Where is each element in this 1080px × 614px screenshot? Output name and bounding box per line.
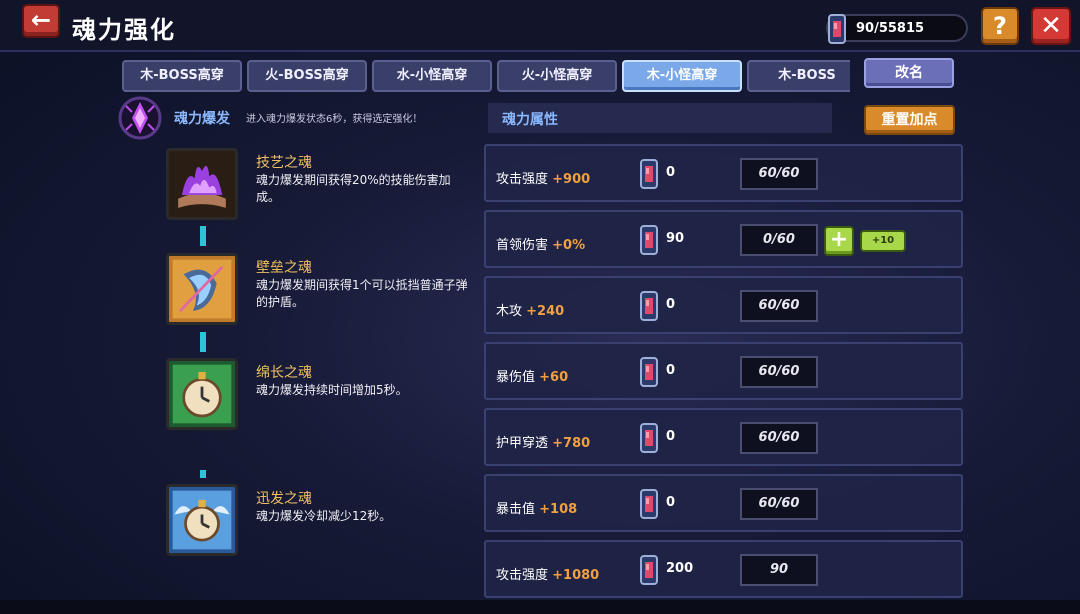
soul-burst-desc: 进入魂力爆发状态6秒，获得选定强化！ <box>246 114 423 125</box>
soul-name: 技艺之魂 <box>256 155 312 171</box>
attribute-level: 0/60 <box>740 224 818 256</box>
soul-desc: 魂力爆发持续时间增加5秒。 <box>256 383 408 397</box>
soul-crystal-icon <box>640 423 658 453</box>
attribute-row: 暴击值 +108 0 60/60 <box>484 474 963 532</box>
attribute-row: 护甲穿透 +780 0 60/60 <box>484 408 963 466</box>
attribute-cost: 0 <box>666 495 676 510</box>
top-bar: ← 魂力强化 90/55815 ? ✕ <box>0 0 1080 52</box>
tab-loadout[interactable]: 火-BOSS高穿 <box>247 60 367 92</box>
add-point-button[interactable]: + <box>824 226 854 256</box>
attribute-level: 60/60 <box>740 290 818 322</box>
attribute-name: 木攻 <box>496 304 523 319</box>
back-button[interactable]: ← <box>22 4 60 38</box>
attributes-header: 魂力属性 <box>488 103 832 133</box>
tab-loadout[interactable]: 木-BOSS高穿 <box>122 60 242 92</box>
attribute-level: 60/60 <box>740 356 818 388</box>
attribute-row: 首领伤害 +0% 90 0/60 + +10 <box>484 210 963 268</box>
attribute-label: 护甲穿透 +780 <box>496 432 590 451</box>
attribute-label: 攻击强度 +900 <box>496 168 590 187</box>
attribute-label: 木攻 +240 <box>496 300 564 319</box>
soul-name: 迅发之魂 <box>256 491 312 507</box>
attribute-label: 暴伤值 +60 <box>496 366 568 385</box>
attribute-row: 暴伤值 +60 0 60/60 <box>484 342 963 400</box>
soul-desc: 魂力爆发冷却减少12秒。 <box>256 509 392 523</box>
question-mark-icon: ? <box>993 12 1007 40</box>
attribute-level: 60/60 <box>740 158 818 190</box>
currency-text: 90/55815 <box>856 21 925 36</box>
attribute-name: 攻击强度 <box>496 172 549 187</box>
loadout-tabs: 高穿木-BOSS高穿火-BOSS高穿水-小怪高穿火-小怪高穿木-小怪高穿木-BO… <box>122 60 850 92</box>
attribute-label: 攻击强度 +1080 <box>496 564 599 583</box>
soul-burst-title: 魂力爆发 <box>174 111 230 127</box>
purple-flame-book-icon <box>166 148 238 220</box>
attribute-cost: 0 <box>666 297 676 312</box>
blue-winged-stopwatch-icon <box>166 484 238 556</box>
attribute-bonus: +780 <box>552 436 591 451</box>
attribute-row: 木攻 +240 0 60/60 <box>484 276 963 334</box>
attribute-label: 首领伤害 +0% <box>496 234 585 253</box>
attribute-bonus: +0% <box>552 238 586 253</box>
reset-points-button[interactable]: 重置加点 <box>864 105 955 135</box>
attribute-name: 攻击强度 <box>496 568 549 583</box>
attribute-name: 护甲穿透 <box>496 436 549 451</box>
attribute-level: 90 <box>740 554 818 586</box>
shield-wing-icon <box>166 253 238 325</box>
soul-crystal-icon <box>640 357 658 387</box>
soul-name: 壁垒之魂 <box>256 260 312 276</box>
attribute-bonus: +108 <box>539 502 578 517</box>
green-stopwatch-icon <box>166 358 238 430</box>
attribute-cost: 0 <box>666 165 676 180</box>
soul-crystal-icon <box>640 225 658 255</box>
attributes-title: 魂力属性 <box>502 112 558 128</box>
attribute-name: 首领伤害 <box>496 238 549 253</box>
attribute-name: 暴伤值 <box>496 370 536 385</box>
soul-crystal-icon <box>640 159 658 189</box>
soul-crystal-icon <box>640 291 658 321</box>
attribute-level: 60/60 <box>740 422 818 454</box>
close-icon: ✕ <box>1040 11 1062 41</box>
attribute-bonus: +240 <box>526 304 565 319</box>
help-button[interactable]: ? <box>981 7 1019 45</box>
tab-loadout[interactable]: 水-小怪高穿 <box>372 60 492 92</box>
page-title: 魂力强化 <box>72 16 176 44</box>
attribute-row: 攻击强度 +900 0 60/60 <box>484 144 963 202</box>
soul-crystal-icon <box>828 14 846 44</box>
back-arrow-icon: ← <box>30 6 52 34</box>
connector-line <box>200 226 206 246</box>
attribute-cost: 200 <box>666 561 694 576</box>
bottom-edge <box>0 600 1080 614</box>
soul-desc: 魂力爆发期间获得1个可以抵挡普通子弹的护盾。 <box>256 278 468 309</box>
attribute-row: 攻击强度 +1080 200 90 <box>484 540 963 598</box>
attribute-cost: 0 <box>666 363 676 378</box>
soul-desc: 魂力爆发期间获得20%的技能伤害加成。 <box>256 173 451 204</box>
soul-burst-header: 魂力爆发 进入魂力爆发状态6秒，获得选定强化！ <box>116 96 472 140</box>
tab-loadout[interactable]: 木-BOSS <box>747 60 850 92</box>
attribute-cost: 90 <box>666 231 685 246</box>
add-ten-points-button[interactable]: +10 <box>860 230 906 252</box>
game-screen: ← 魂力强化 90/55815 ? ✕ 高穿木-BOSS高穿火-BOSS高穿水-… <box>0 0 1080 614</box>
attribute-bonus: +60 <box>539 370 569 385</box>
rename-button[interactable]: 改名 <box>864 58 954 88</box>
close-button[interactable]: ✕ <box>1031 7 1071 45</box>
attribute-name: 暴击值 <box>496 502 536 517</box>
soul-currency-counter: 90/55815 <box>826 14 968 44</box>
tab-loadout[interactable]: 火-小怪高穿 <box>497 60 617 92</box>
attribute-bonus: +1080 <box>552 568 600 583</box>
connector-line <box>200 332 206 352</box>
attribute-bonus: +900 <box>552 172 591 187</box>
soul-crystal-icon <box>640 555 658 585</box>
attribute-cost: 0 <box>666 429 676 444</box>
soul-list: 技艺之魂 魂力爆发期间获得20%的技能伤害加成。 壁垒之魂 魂力爆发期间获得1个… <box>116 136 472 606</box>
connector-line <box>200 470 206 478</box>
soul-crystal-icon <box>640 489 658 519</box>
attribute-label: 暴击值 +108 <box>496 498 577 517</box>
tab-loadout[interactable]: 木-小怪高穿 <box>622 60 742 92</box>
soul-name: 绵长之魂 <box>256 365 312 381</box>
attribute-level: 60/60 <box>740 488 818 520</box>
